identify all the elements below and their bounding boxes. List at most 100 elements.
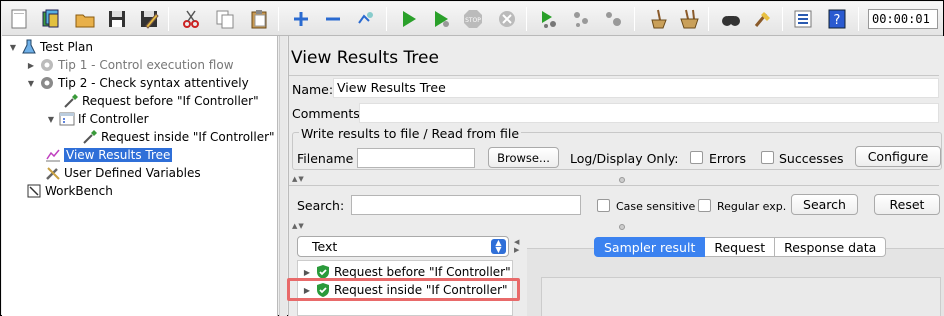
collapse-toggle-icon[interactable]: ▼: [26, 79, 36, 88]
chart-icon: [45, 147, 61, 163]
expand-toggle-icon[interactable]: ▶: [26, 61, 36, 70]
case-sensitive-label: Case sensitive: [616, 200, 696, 213]
splitter-arrows-icon[interactable]: ◀ ▶: [514, 238, 520, 254]
start-icon[interactable]: [396, 6, 422, 32]
sampler-pipette-icon: [63, 93, 79, 109]
select-arrows-icon: ▲ ▼: [491, 239, 506, 254]
filename-label: Filename: [297, 151, 354, 166]
tree-item-workbench[interactable]: WorkBench: [26, 182, 113, 200]
tree-item-request-inside[interactable]: Request inside "If Controller": [82, 128, 275, 146]
result-content-area: [541, 277, 941, 316]
sampler-pipette-icon: [82, 129, 98, 145]
case-sensitive-checkbox[interactable]: [597, 199, 610, 212]
reset-search-icon[interactable]: [750, 6, 776, 32]
log-display-label: Log/Display Only:: [570, 151, 679, 166]
name-field[interactable]: View Results Tree: [333, 78, 939, 98]
test-plan-tree: ▼ Test Plan ▶ Tip 1 - Control execution …: [2, 36, 278, 316]
templates-icon[interactable]: [38, 6, 64, 32]
view-results-tree-panel: View Results Tree Name: View Results Tre…: [287, 36, 944, 316]
regex-label: Regular exp.: [717, 200, 787, 213]
result-item-label: Request before "If Controller": [334, 265, 511, 279]
tab-request[interactable]: Request: [705, 237, 776, 257]
highlight-box: [287, 278, 520, 301]
clear-all-icon[interactable]: [676, 6, 702, 32]
copy-icon[interactable]: [212, 6, 238, 32]
tree-item-label: WorkBench: [45, 184, 113, 198]
remote-shutdown-icon[interactable]: [600, 6, 626, 32]
result-details-panel: [527, 248, 944, 316]
collapse-toggle-icon[interactable]: ▼: [8, 43, 18, 52]
tree-item-label: Tip 2 - Check syntax attentively: [58, 76, 249, 90]
renderer-selected-value: Text: [312, 239, 338, 254]
comments-field[interactable]: [359, 103, 939, 123]
splitter-handle-icon[interactable]: [619, 177, 625, 183]
save-as-icon[interactable]: [136, 6, 162, 32]
expand-icon[interactable]: [288, 6, 314, 32]
splitter-handle-icon[interactable]: [619, 224, 625, 230]
filename-input[interactable]: [357, 148, 475, 168]
svg-text:?: ?: [834, 13, 841, 28]
search-icon[interactable]: [718, 6, 744, 32]
tree-item-if-controller[interactable]: ▼ If Controller: [46, 110, 149, 128]
splitter-arrows-icon[interactable]: ▲▼: [292, 175, 305, 183]
reset-button[interactable]: Reset: [874, 194, 940, 215]
if-controller-icon: [59, 111, 75, 127]
search-input[interactable]: [351, 195, 581, 215]
function-helper-icon[interactable]: [790, 6, 816, 32]
tree-item-tip-2[interactable]: ▼ Tip 2 - Check syntax attentively: [26, 74, 249, 92]
wrench-icon: [45, 165, 61, 181]
stop-icon[interactable]: STOP: [460, 6, 486, 32]
paste-icon[interactable]: [246, 6, 272, 32]
errors-checkbox[interactable]: [690, 151, 703, 164]
help-icon[interactable]: ?: [824, 6, 850, 32]
comments-label: Comments:: [292, 106, 364, 121]
remote-stop-icon[interactable]: [568, 6, 594, 32]
tree-item-user-defined-variables[interactable]: User Defined Variables: [45, 164, 201, 182]
tree-item-label: If Controller: [78, 112, 149, 126]
collapse-toggle-icon[interactable]: ▼: [46, 115, 56, 124]
tree-item-test-plan[interactable]: ▼ Test Plan: [8, 38, 93, 56]
remote-start-icon[interactable]: [536, 6, 562, 32]
successes-label: Successes: [779, 151, 844, 166]
gear-icon: [39, 75, 55, 91]
tree-item-tip-1[interactable]: ▶ Tip 1 - Control execution flow: [26, 56, 234, 74]
tree-item-label: User Defined Variables: [64, 166, 201, 180]
clear-icon[interactable]: [644, 6, 670, 32]
tree-item-label: Request before "If Controller": [82, 94, 259, 108]
tree-item-label: Test Plan: [40, 40, 93, 54]
renderer-select[interactable]: Text ▲ ▼: [297, 236, 509, 257]
tree-item-request-before[interactable]: Request before "If Controller": [63, 92, 259, 110]
configure-button[interactable]: Configure: [855, 146, 941, 167]
test-plan-icon: [21, 39, 37, 55]
regex-checkbox[interactable]: [698, 199, 711, 212]
save-icon[interactable]: [104, 6, 130, 32]
open-icon[interactable]: [72, 6, 98, 32]
new-icon[interactable]: [6, 6, 32, 32]
page-title: View Results Tree: [291, 48, 439, 68]
search-button[interactable]: Search: [791, 194, 858, 215]
start-no-pauses-icon[interactable]: [428, 6, 454, 32]
tree-item-label: View Results Tree: [64, 148, 173, 162]
expand-toggle-icon[interactable]: ▶: [302, 268, 312, 277]
window-frame: STOP ? 00:00:01 ▼ Test Plan ▶ Tip 1 - Co…: [0, 0, 944, 316]
errors-label: Errors: [709, 151, 746, 166]
toolbar: STOP ? 00:00:01: [2, 2, 943, 36]
toggle-icon[interactable]: [352, 6, 378, 32]
gear-icon: [39, 57, 55, 73]
tree-item-label: Tip 1 - Control execution flow: [58, 58, 234, 72]
splitter-arrows-icon[interactable]: ▲▼: [292, 222, 305, 230]
tab-response-data[interactable]: Response data: [775, 237, 887, 257]
shutdown-icon[interactable]: [494, 6, 520, 32]
tab-sampler-result[interactable]: Sampler result: [594, 237, 706, 257]
tree-item-view-results-tree[interactable]: View Results Tree: [45, 146, 173, 164]
tree-item-label: Request inside "If Controller": [101, 130, 275, 144]
cut-icon[interactable]: [178, 6, 204, 32]
elapsed-timer: 00:00:01: [868, 9, 938, 29]
search-label: Search:: [297, 198, 345, 213]
collapse-icon[interactable]: [320, 6, 346, 32]
file-group-title: Write results to file / Read from file: [299, 126, 522, 141]
name-label: Name:: [292, 82, 334, 97]
browse-button[interactable]: Browse...: [488, 147, 559, 168]
split-pane-divider[interactable]: [279, 36, 287, 316]
successes-checkbox[interactable]: [761, 151, 774, 164]
